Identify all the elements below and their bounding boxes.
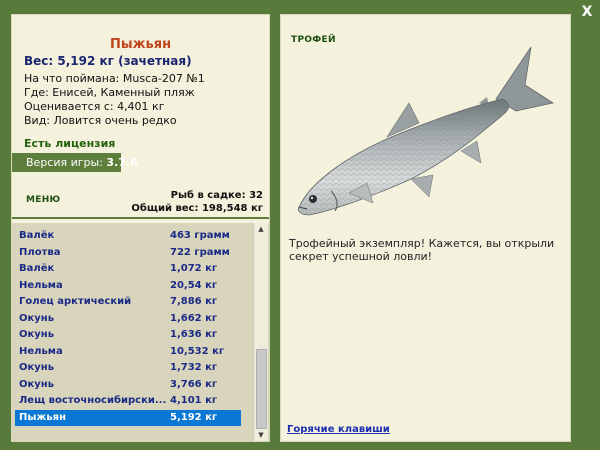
fish-weight: Вес: 5,192 кг (зачетная) — [24, 54, 192, 68]
catch-fish-name: Валёк — [19, 263, 55, 274]
catch-fish-name: Голец арктический — [19, 296, 132, 307]
scroll-down-arrow-icon[interactable]: ▼ — [254, 429, 268, 441]
catch-fish-name: Нельма — [19, 279, 63, 291]
catch-fish-name: Лещ восточносибирски... — [19, 395, 167, 406]
bait-info: На что поймана: Musca-207 №1 — [24, 72, 205, 85]
version-value: 3.7.6 — [106, 156, 138, 169]
catch-list-item[interactable]: Лещ восточносибирски... 4,101 кг — [15, 393, 241, 410]
catch-list-item[interactable]: Нельма 20,54 кг — [15, 278, 241, 295]
keepnet-stats: Рыб в садке: 32 Общий вес: 198,548 кг — [131, 189, 263, 215]
catch-list-scrollbar[interactable]: ▲ ▼ — [253, 223, 268, 441]
catch-fish-weight: 3,766 кг — [170, 378, 218, 390]
catch-list-item[interactable]: Окунь 1,662 кг — [15, 311, 241, 328]
catch-fish-weight: 1,636 кг — [170, 329, 218, 340]
value-info: Оценивается с: 4,401 кг — [24, 100, 165, 113]
catch-fish-name: Окунь — [19, 312, 55, 324]
game-version: Версия игры: 3.7.6 — [12, 153, 138, 172]
catch-fish-name: Валёк — [19, 230, 55, 241]
scrollbar-thumb[interactable] — [256, 349, 267, 429]
catch-fish-weight: 10,532 кг — [170, 345, 225, 357]
location-info: Где: Енисей, Каменный пляж — [24, 86, 195, 99]
version-label: Версия игры: — [26, 156, 103, 169]
catch-info-panel: Пыжьян Вес: 5,192 кг (зачетная) На что п… — [11, 14, 270, 442]
catch-fish-weight: 4,101 кг — [170, 395, 218, 406]
fish-count: Рыб в садке: 32 — [170, 190, 263, 201]
hotkeys-link[interactable]: Горячие клавиши — [287, 424, 390, 435]
close-icon: X — [581, 4, 593, 20]
scroll-up-arrow-icon[interactable]: ▲ — [254, 223, 268, 235]
catch-list-item[interactable]: Голец арктический 7,886 кг — [15, 294, 241, 311]
catch-list-item[interactable]: Валёк 463 грамм — [15, 228, 241, 245]
total-weight: Общий вес: 198,548 кг — [131, 203, 263, 214]
catch-list-item[interactable]: Плотва 722 грамм — [15, 245, 241, 262]
catch-fish-name: Окунь — [19, 362, 55, 373]
catch-fish-name: Нельма — [19, 345, 63, 357]
catch-fish-weight: 1,732 кг — [170, 362, 218, 373]
catch-list-item[interactable]: Нельма 10,532 кг — [15, 344, 241, 361]
license-status: Есть лицензия — [24, 137, 116, 150]
close-button[interactable]: X — [578, 4, 596, 20]
trophy-panel: ТРОФЕЙ Трофейный экземпляр! Кажется, вы … — [280, 14, 571, 442]
fish-image — [298, 46, 555, 216]
catch-fish-weight: 722 грамм — [170, 246, 230, 258]
catch-fish-name: Окунь — [19, 378, 55, 390]
catch-fish-weight: 463 грамм — [170, 230, 230, 241]
catch-fish-weight: 7,886 кг — [170, 296, 218, 307]
fish-name: Пыжьян — [109, 37, 172, 52]
catch-fish-name: Плотва — [19, 246, 61, 258]
menu-button[interactable]: МЕНЮ — [26, 195, 60, 205]
catch-list-item[interactable]: Пыжьян 5,192 кг — [15, 409, 241, 426]
catch-fish-weight: 20,54 кг — [170, 279, 218, 291]
catch-fish-weight: 5,192 кг — [170, 411, 218, 423]
trophy-description: Трофейный экземпляр! Кажется, вы открыли… — [289, 237, 555, 263]
catch-fish-name: Окунь — [19, 329, 55, 340]
catch-fish-weight: 1,662 кг — [170, 312, 218, 324]
catch-list[interactable]: Валёк 463 грамм Плотва 722 грамм Валёк 1,072 … — [12, 223, 269, 441]
catch-fish-weight: 1,072 кг — [170, 263, 218, 274]
catch-list-item[interactable]: Окунь 3,766 кг — [15, 377, 241, 394]
catch-fish-name: Пыжьян — [19, 411, 67, 423]
divider — [12, 217, 269, 219]
catch-list-item[interactable]: Окунь 1,636 кг — [15, 327, 241, 344]
species-info: Вид: Ловится очень редко — [24, 114, 177, 127]
catch-list-item[interactable]: Окунь 1,732 кг — [15, 360, 241, 377]
catch-list-item[interactable]: Валёк 1,072 кг — [15, 261, 241, 278]
catch-list-items: Валёк 463 грамм Плотва 722 грамм Валёк 1,072 … — [15, 228, 241, 426]
